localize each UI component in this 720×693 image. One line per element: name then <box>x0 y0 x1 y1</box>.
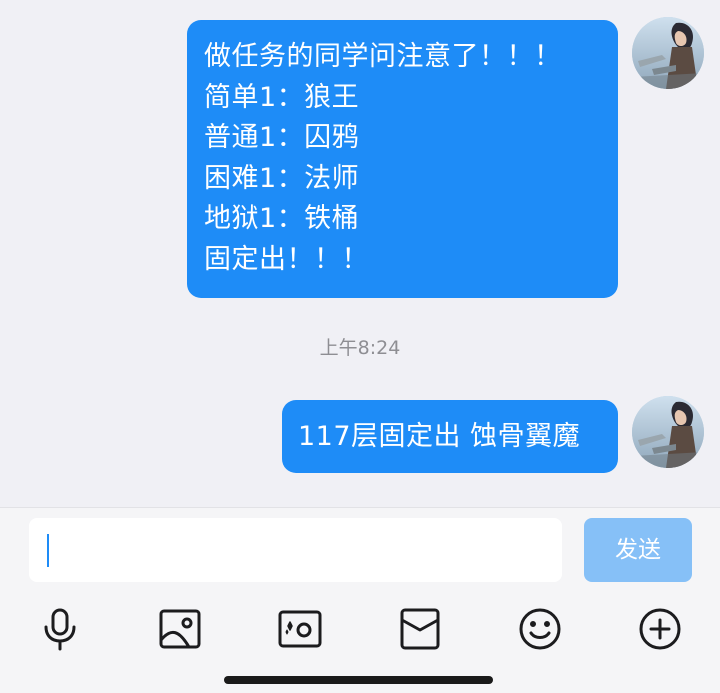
message-line: 地狱1：铁桶 <box>204 203 360 234</box>
avatar-image <box>632 396 704 468</box>
message-composer: 发送 <box>0 507 720 693</box>
message-timestamp: 上午8:24 <box>319 337 401 359</box>
microphone-icon[interactable] <box>37 606 83 652</box>
message-line: 普通1：囚鸦 <box>204 122 360 153</box>
avatar-image <box>632 17 704 89</box>
chat-area[interactable]: 做任务的同学问注意了！！！ 简单1：狼王 普通1：囚鸦 困难1：法师 地狱1：铁… <box>0 0 720 507</box>
plus-icon[interactable] <box>637 606 683 652</box>
avatar[interactable] <box>632 17 704 89</box>
send-button[interactable]: 发送 <box>584 518 692 582</box>
message-line: 困难1：法师 <box>204 162 360 194</box>
message-input[interactable] <box>29 518 562 582</box>
red-packet-icon[interactable] <box>397 606 443 652</box>
message-bubble[interactable]: 117层固定出 蚀骨翼魔 <box>282 400 618 473</box>
camera-icon[interactable] <box>277 606 323 652</box>
emoji-icon[interactable] <box>517 606 563 652</box>
message-line: 固定出！！！ <box>204 243 369 275</box>
home-indicator[interactable] <box>224 676 493 684</box>
message-line: 做任务的同学问注意了！！！ <box>204 41 562 72</box>
text-caret <box>47 534 49 567</box>
photo-icon[interactable] <box>157 606 203 652</box>
avatar[interactable] <box>632 396 704 468</box>
message-line: 简单1：狼王 <box>204 81 360 113</box>
message-bubble[interactable]: 做任务的同学问注意了！！！ 简单1：狼王 普通1：囚鸦 困难1：法师 地狱1：铁… <box>187 20 618 298</box>
